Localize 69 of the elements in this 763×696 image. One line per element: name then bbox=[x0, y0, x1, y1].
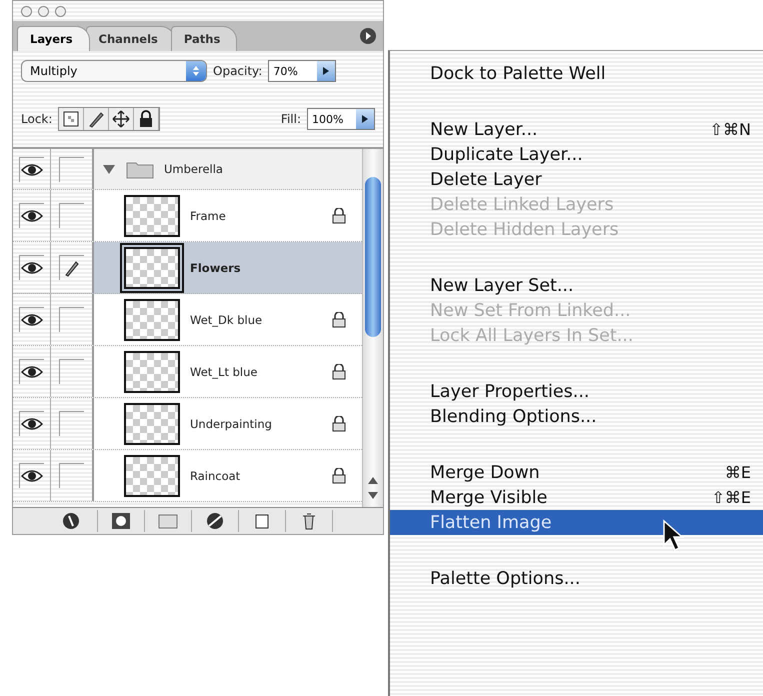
eye-icon[interactable] bbox=[21, 209, 43, 223]
palette-tab[interactable]: Layers bbox=[17, 26, 90, 51]
layer-row[interactable]: Flowers bbox=[13, 242, 362, 294]
shortcut-label: ⇧⌘E bbox=[711, 488, 751, 507]
layer-name: Raincoat bbox=[190, 468, 242, 482]
shortcut-label: ⌘E bbox=[724, 463, 751, 482]
layer-name: Frame bbox=[190, 208, 227, 222]
eye-icon[interactable] bbox=[21, 469, 43, 483]
layer-set-name: Umberella bbox=[164, 162, 224, 176]
menu-item[interactable]: New Layer... ⇧⌘N bbox=[390, 117, 763, 142]
menu-item[interactable]: Blending Options... bbox=[390, 404, 763, 429]
lock-icon bbox=[332, 312, 346, 328]
scroll-up-icon[interactable] bbox=[367, 475, 379, 485]
fill-field[interactable]: 100% bbox=[307, 108, 375, 130]
layer-row[interactable]: Frame bbox=[13, 190, 362, 242]
expand-triangle-icon[interactable] bbox=[102, 163, 116, 175]
lock-icon bbox=[332, 468, 346, 484]
brush-icon bbox=[64, 259, 80, 277]
lock-icon bbox=[332, 364, 346, 380]
menu-item[interactable]: Duplicate Layer... bbox=[390, 142, 763, 167]
layer-row[interactable]: Raincoat bbox=[13, 450, 362, 502]
zoom-button[interactable] bbox=[55, 6, 66, 16]
layer-thumbnail bbox=[124, 298, 180, 340]
shortcut-label: ⇧⌘N bbox=[710, 120, 751, 139]
layer-row[interactable]: Wet_Lt blue bbox=[13, 346, 362, 398]
right-arrow-icon[interactable] bbox=[322, 66, 330, 76]
close-button[interactable] bbox=[21, 6, 32, 16]
layer-row[interactable]: Underpainting bbox=[13, 398, 362, 450]
opacity-label: Opacity: bbox=[213, 64, 262, 78]
brush-icon[interactable] bbox=[84, 108, 110, 130]
lock-label: Lock: bbox=[21, 112, 52, 126]
layer-thumbnail bbox=[124, 454, 180, 496]
minimize-button[interactable] bbox=[38, 6, 49, 16]
eye-icon[interactable] bbox=[21, 261, 43, 275]
blend-mode-dropdown[interactable]: Multiply bbox=[21, 60, 207, 82]
eye-icon[interactable] bbox=[21, 365, 43, 379]
menu-item[interactable]: Merge Visible ⇧⌘E bbox=[390, 485, 763, 510]
menu-item[interactable]: Layer Properties... bbox=[390, 379, 763, 404]
menu-item[interactable]: New Layer Set... bbox=[390, 273, 763, 298]
layer-name: Wet_Lt blue bbox=[190, 364, 258, 378]
layer-name: Wet_Dk blue bbox=[190, 312, 264, 326]
lock-transparency-icon[interactable] bbox=[59, 108, 84, 130]
palette-menu-button[interactable] bbox=[359, 27, 377, 45]
move-icon[interactable] bbox=[109, 108, 134, 130]
palette-tab[interactable]: Paths bbox=[170, 26, 238, 51]
opacity-field[interactable]: 70% bbox=[268, 60, 336, 82]
scrollbar[interactable] bbox=[362, 149, 383, 507]
menu-item[interactable]: Dock to Palette Well bbox=[390, 61, 763, 86]
layer-thumbnail bbox=[124, 350, 180, 392]
lock-icon bbox=[332, 208, 346, 224]
fill-label: Fill: bbox=[280, 112, 301, 126]
layer-name: Flowers bbox=[190, 260, 242, 274]
layer-thumbnail bbox=[124, 194, 180, 236]
eye-icon[interactable] bbox=[21, 417, 43, 431]
menu-item[interactable]: Palette Options... bbox=[390, 566, 763, 591]
layer-set-row[interactable]: Umberella bbox=[13, 149, 362, 190]
mouse-cursor-icon bbox=[662, 519, 684, 551]
up-down-arrows-icon bbox=[192, 65, 200, 77]
eye-icon[interactable] bbox=[21, 162, 43, 176]
scroll-down-icon[interactable] bbox=[367, 491, 379, 501]
eye-icon[interactable] bbox=[21, 313, 43, 327]
right-arrow-icon[interactable] bbox=[361, 114, 369, 124]
menu-item[interactable]: Merge Down ⌘E bbox=[390, 460, 763, 485]
menu-item[interactable]: Delete Layer bbox=[390, 167, 763, 192]
layer-row[interactable]: Wet_Dk blue bbox=[13, 294, 362, 346]
lock-icon[interactable] bbox=[134, 108, 160, 130]
layer-name: Underpainting bbox=[190, 416, 273, 430]
layer-thumbnail bbox=[124, 402, 180, 444]
lock-icon bbox=[332, 416, 346, 432]
